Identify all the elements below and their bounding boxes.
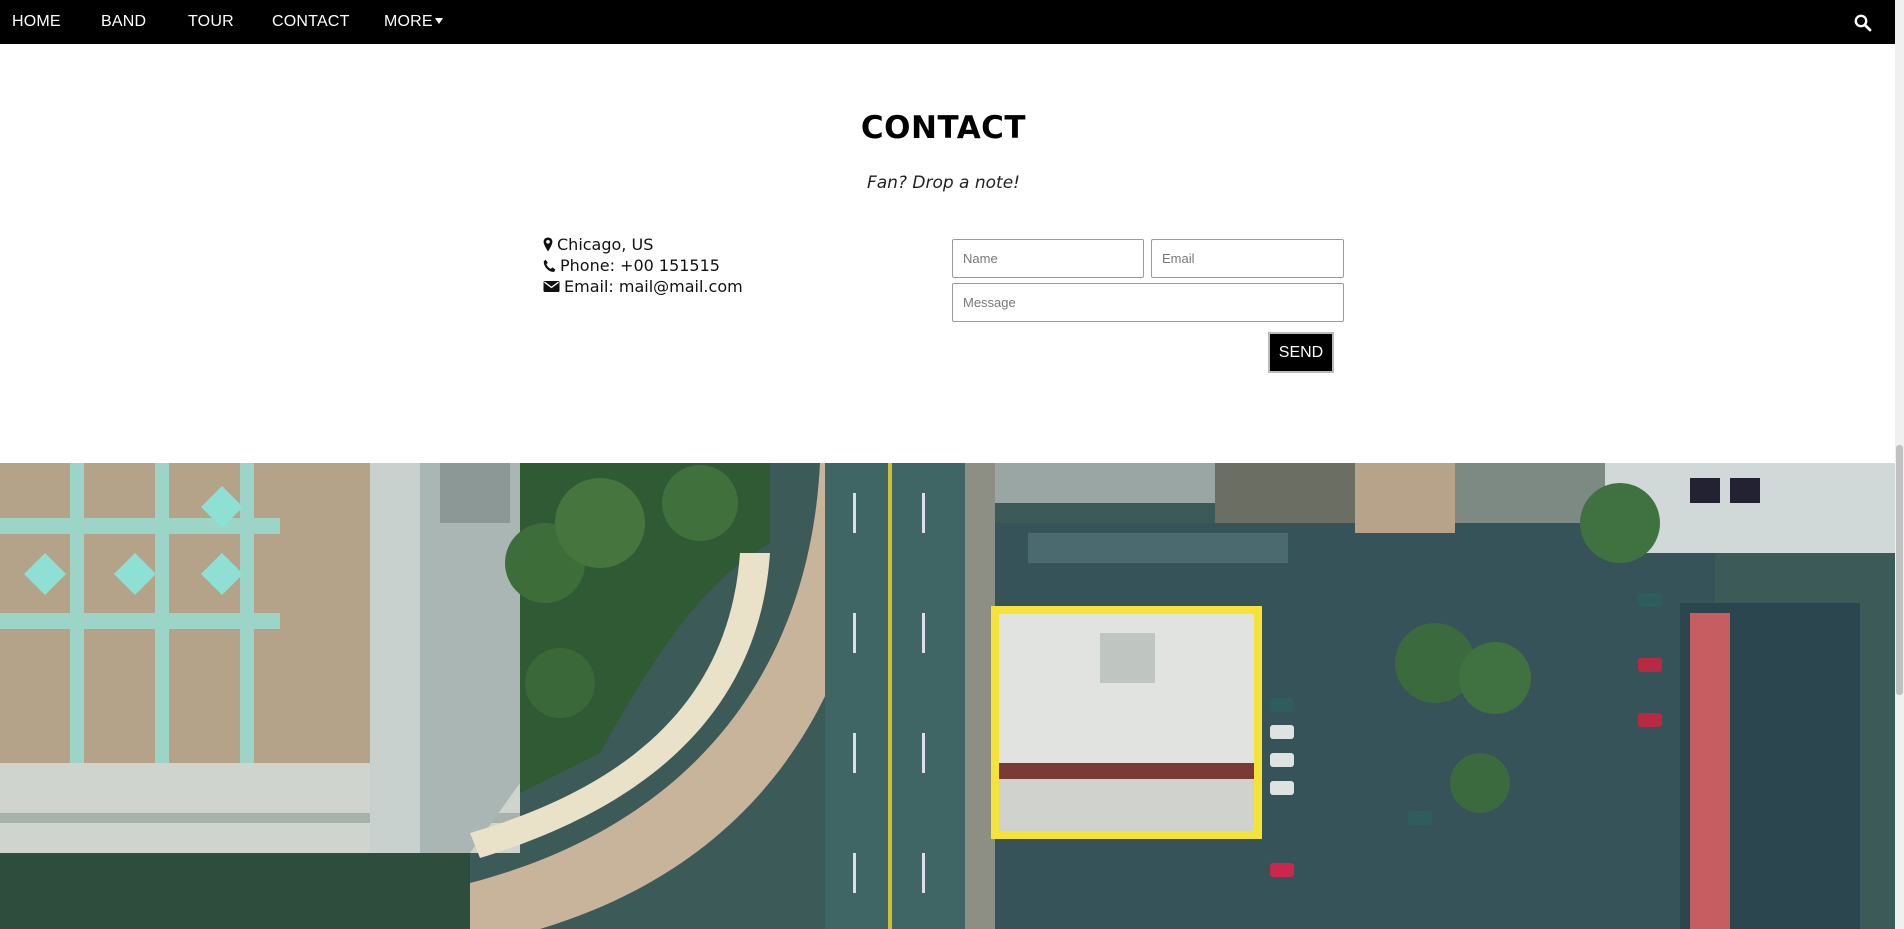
aerial-city-photo — [0, 463, 1895, 929]
nav-band[interactable]: BAND — [101, 0, 146, 44]
scrollbar-thumb[interactable] — [1896, 445, 1903, 695]
email-row: Email: mail@mail.com — [543, 276, 743, 297]
nav-home[interactable]: HOME — [12, 0, 61, 44]
nav-more-label: MORE — [384, 13, 433, 30]
location-text: Chicago, US — [557, 235, 654, 254]
aerial-city-image — [0, 463, 1895, 929]
message-input[interactable] — [952, 283, 1344, 322]
envelope-icon — [543, 281, 560, 292]
phone-text: Phone: +00 151515 — [560, 256, 720, 275]
send-button[interactable]: SEND — [1268, 332, 1334, 373]
search-icon[interactable] — [1853, 13, 1873, 33]
name-input[interactable] — [952, 239, 1144, 278]
page-scrollbar[interactable] — [1895, 0, 1904, 929]
contact-info: Chicago, US Phone: +00 151515 Email: mai… — [543, 234, 743, 297]
phone-row: Phone: +00 151515 — [543, 255, 743, 276]
nav-more[interactable]: MORE — [384, 0, 443, 44]
nav-tour[interactable]: TOUR — [188, 0, 234, 44]
contact-subtitle: Fan? Drop a note! — [866, 173, 1020, 193]
email-text: Email: mail@mail.com — [564, 277, 743, 296]
contact-title: CONTACT — [860, 110, 1027, 146]
phone-icon — [543, 259, 556, 272]
nav-contact[interactable]: CONTACT — [272, 0, 350, 44]
caret-down-icon — [434, 18, 443, 24]
top-navigation-bar: HOME BAND TOUR CONTACT MORE — [0, 0, 1895, 44]
map-marker-icon — [543, 237, 553, 252]
email-input[interactable] — [1151, 239, 1344, 278]
location-row: Chicago, US — [543, 234, 743, 255]
